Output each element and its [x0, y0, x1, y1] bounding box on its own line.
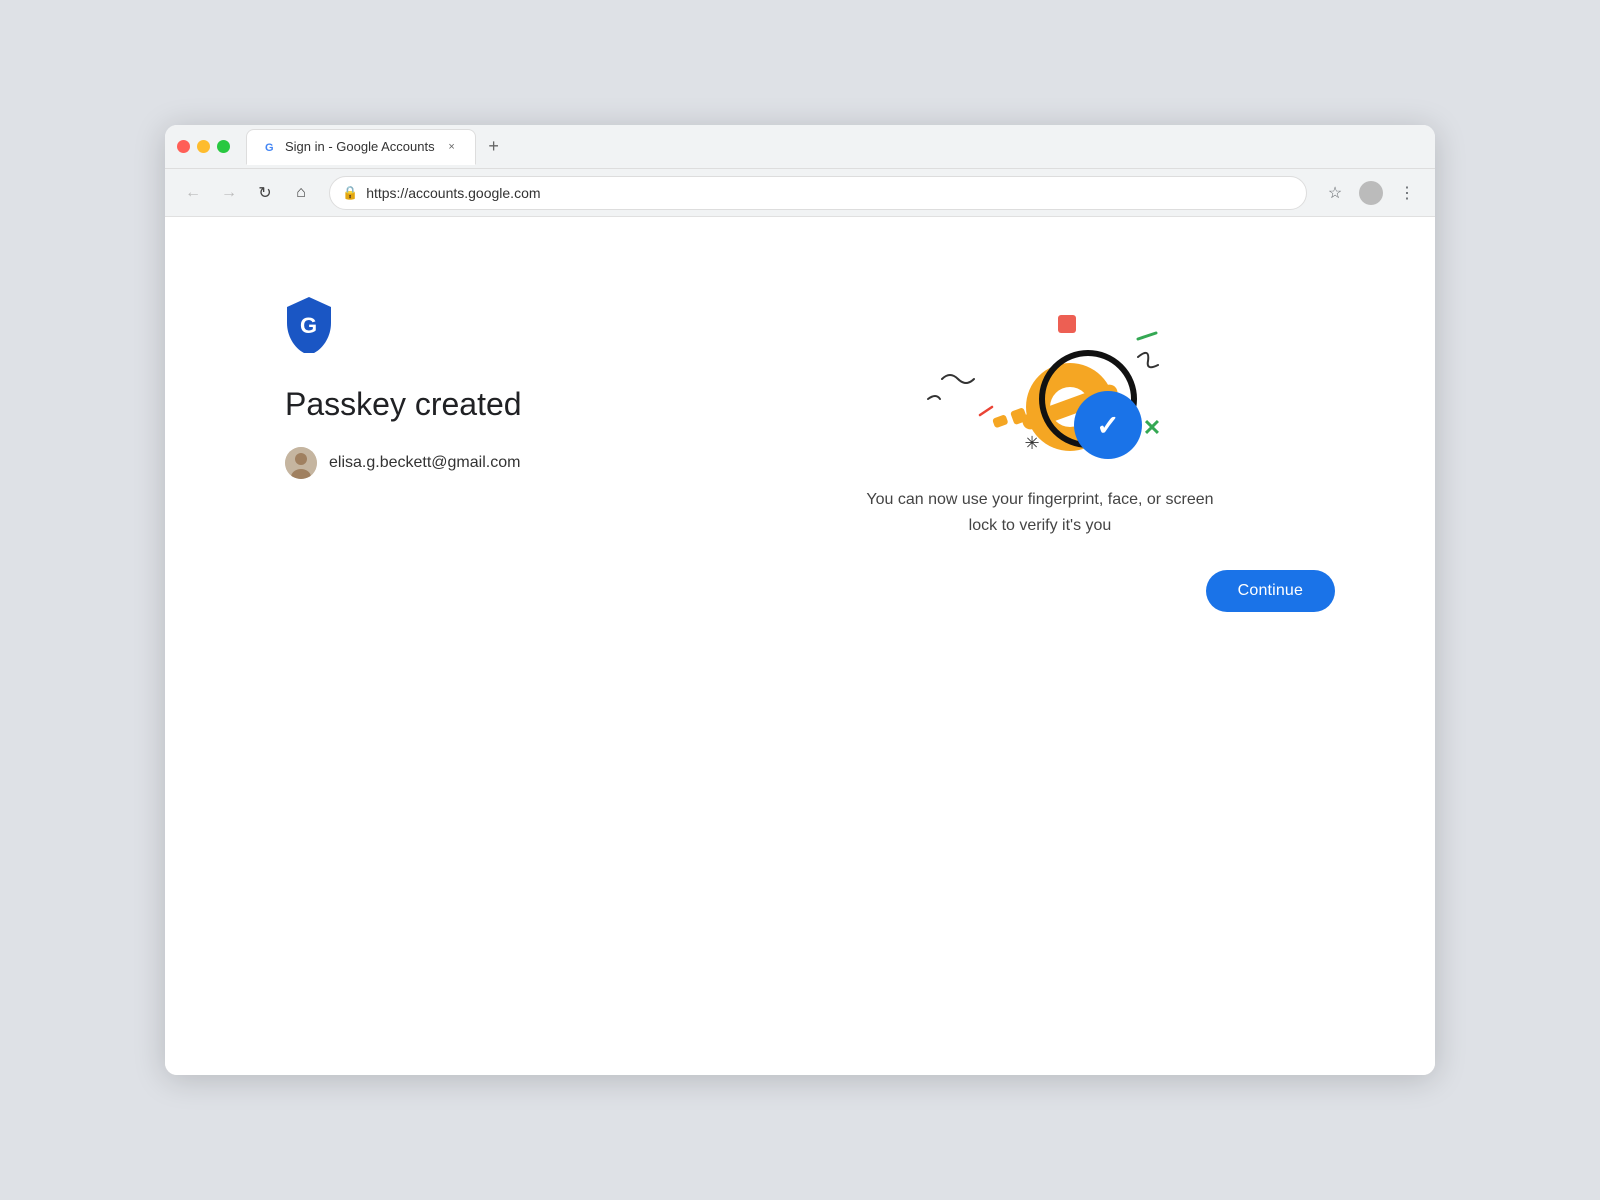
svg-text:G: G [300, 313, 317, 338]
page-title: Passkey created [285, 385, 685, 423]
tab-close-button[interactable]: × [443, 138, 461, 156]
svg-text:✓: ✓ [1096, 410, 1119, 441]
google-shield-logo: G [285, 297, 333, 353]
tab-title: Sign in - Google Accounts [285, 139, 435, 154]
active-tab[interactable]: G Sign in - Google Accounts × [246, 129, 476, 165]
svg-text:G: G [265, 142, 274, 154]
passkey-illustration: ✳ ✕ [880, 287, 1200, 487]
key-illustration: ✳ ✕ [880, 287, 1200, 487]
google-favicon-icon: G [261, 139, 277, 155]
left-panel: G Passkey created elisa.g.beckett@gmail.… [285, 277, 685, 1015]
nav-right-controls: ☆ ⋮ [1319, 177, 1423, 209]
url-text: https://accounts.google.com [366, 185, 1294, 201]
back-button[interactable]: ← [177, 177, 209, 209]
traffic-lights [177, 140, 230, 153]
page-content: G Passkey created elisa.g.beckett@gmail.… [165, 217, 1435, 1075]
forward-button[interactable]: → [213, 177, 245, 209]
nav-bar: ← → ↻ ⌂ 🔒 https://accounts.google.com ☆ … [165, 169, 1435, 217]
browser-window: G Sign in - Google Accounts × + ← → ↻ ⌂ … [165, 125, 1435, 1075]
title-bar: G Sign in - Google Accounts × + [165, 125, 1435, 169]
continue-button[interactable]: Continue [1206, 570, 1335, 612]
user-email: elisa.g.beckett@gmail.com [329, 454, 520, 472]
maximize-window-button[interactable] [217, 140, 230, 153]
right-panel: ✳ ✕ [725, 277, 1355, 1015]
new-tab-button[interactable]: + [480, 133, 508, 161]
user-row: elisa.g.beckett@gmail.com [285, 447, 685, 479]
avatar [285, 447, 317, 479]
bookmark-button[interactable]: ☆ [1319, 177, 1351, 209]
minimize-window-button[interactable] [197, 140, 210, 153]
description-text: You can now use your fingerprint, face, … [850, 487, 1230, 538]
browser-menu-button[interactable]: ⋮ [1391, 177, 1423, 209]
reload-button[interactable]: ↻ [249, 177, 281, 209]
close-window-button[interactable] [177, 140, 190, 153]
tabs-row: G Sign in - Google Accounts × + [246, 129, 1423, 165]
profile-avatar [1359, 181, 1383, 205]
profile-button[interactable] [1355, 177, 1387, 209]
address-bar[interactable]: 🔒 https://accounts.google.com [329, 176, 1307, 210]
home-button[interactable]: ⌂ [285, 177, 317, 209]
lock-icon: 🔒 [342, 185, 358, 201]
svg-text:✕: ✕ [1143, 415, 1161, 440]
